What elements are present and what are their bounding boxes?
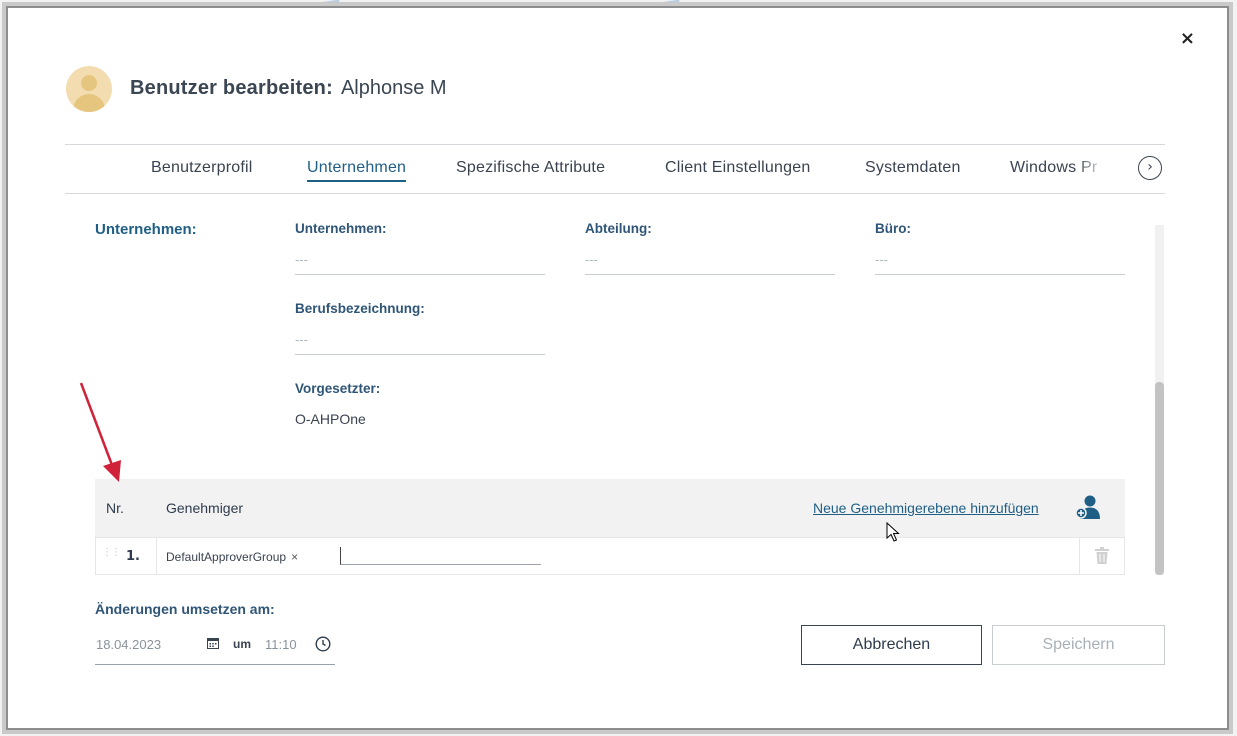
tab-systemdaten[interactable]: Systemdaten <box>865 159 961 177</box>
tab-unternehmen[interactable]: Unternehmen <box>307 159 407 182</box>
date-time-underline <box>95 664 335 665</box>
chip-remove-icon[interactable]: × <box>291 550 298 564</box>
row-divider <box>156 538 157 574</box>
drag-handle-icon[interactable]: ⋮⋮ <box>102 548 121 558</box>
mouse-pointer-icon <box>886 522 900 542</box>
row-number: 1. <box>126 549 140 564</box>
clock-icon[interactable] <box>315 636 331 652</box>
scrollbar-thumb[interactable] <box>1155 382 1164 575</box>
dialog-title: Benutzer bearbeiten: Alphonse M <box>130 77 447 100</box>
approvers-col-nr: Nr. <box>106 500 124 516</box>
approver-chip: DefaultApproverGroup × <box>166 550 298 564</box>
tabs-divider-bottom <box>65 193 1165 194</box>
company-field[interactable]: --- <box>295 252 308 267</box>
time-field[interactable]: 11:10 <box>265 637 297 652</box>
apply-changes-label: Änderungen umsetzen am: <box>95 601 275 617</box>
job-title-field-underline <box>295 354 545 355</box>
dialog-title-label: Benutzer bearbeiten: <box>130 77 333 99</box>
approvers-table-header: Nr. Genehmiger Neue Genehmigerebene hinz… <box>95 479 1125 537</box>
office-field[interactable]: --- <box>875 252 888 267</box>
date-field[interactable]: 18.04.2023 <box>96 637 161 652</box>
company-label: Unternehmen: <box>295 221 387 236</box>
edit-user-dialog: × Benutzer bearbeiten: Alphonse M Benutze… <box>14 14 1219 717</box>
approver-search-input[interactable] <box>340 547 541 565</box>
table-row: ⋮⋮ 1. DefaultApproverGroup × <box>95 537 1125 575</box>
tab-spezifische-attribute[interactable]: Spezifische Attribute <box>456 159 605 177</box>
tab-windows-profile[interactable]: Windows Pr <box>1010 159 1106 177</box>
calendar-icon[interactable] <box>207 637 219 649</box>
approvers-col-approver: Genehmiger <box>166 500 244 516</box>
manager-label: Vorgesetzter: <box>295 381 381 396</box>
save-button[interactable]: Speichern <box>992 625 1165 665</box>
job-title-label: Berufsbezeichnung: <box>295 301 425 316</box>
approver-chip-label: DefaultApproverGroup <box>166 550 287 564</box>
job-title-field[interactable]: --- <box>295 332 308 347</box>
office-field-underline <box>875 274 1125 275</box>
tabs-next-icon[interactable]: › <box>1138 156 1162 180</box>
avatar <box>66 66 112 112</box>
row-divider <box>1079 538 1080 574</box>
section-title: Unternehmen: <box>95 221 197 238</box>
office-label: Büro: <box>875 221 911 236</box>
add-user-icon[interactable] <box>1075 494 1101 520</box>
trash-icon[interactable] <box>1095 547 1109 564</box>
tab-client-einstellungen[interactable]: Client Einstellungen <box>665 159 810 177</box>
department-label: Abteilung: <box>585 221 652 236</box>
department-field-underline <box>585 274 835 275</box>
manager-value: O-AHPOne <box>295 411 366 427</box>
close-button[interactable]: × <box>1180 28 1195 49</box>
tabs-divider-top <box>65 144 1165 145</box>
dialog-user-name: Alphonse M <box>340 77 447 99</box>
add-approver-level-link[interactable]: Neue Genehmigerebene hinzufügen <box>813 500 1039 516</box>
company-field-underline <box>295 274 545 275</box>
tab-benutzerprofil[interactable]: Benutzerprofil <box>151 159 253 177</box>
cancel-button[interactable]: Abbrechen <box>801 625 982 665</box>
department-field[interactable]: --- <box>585 252 598 267</box>
at-label: um <box>233 637 251 651</box>
